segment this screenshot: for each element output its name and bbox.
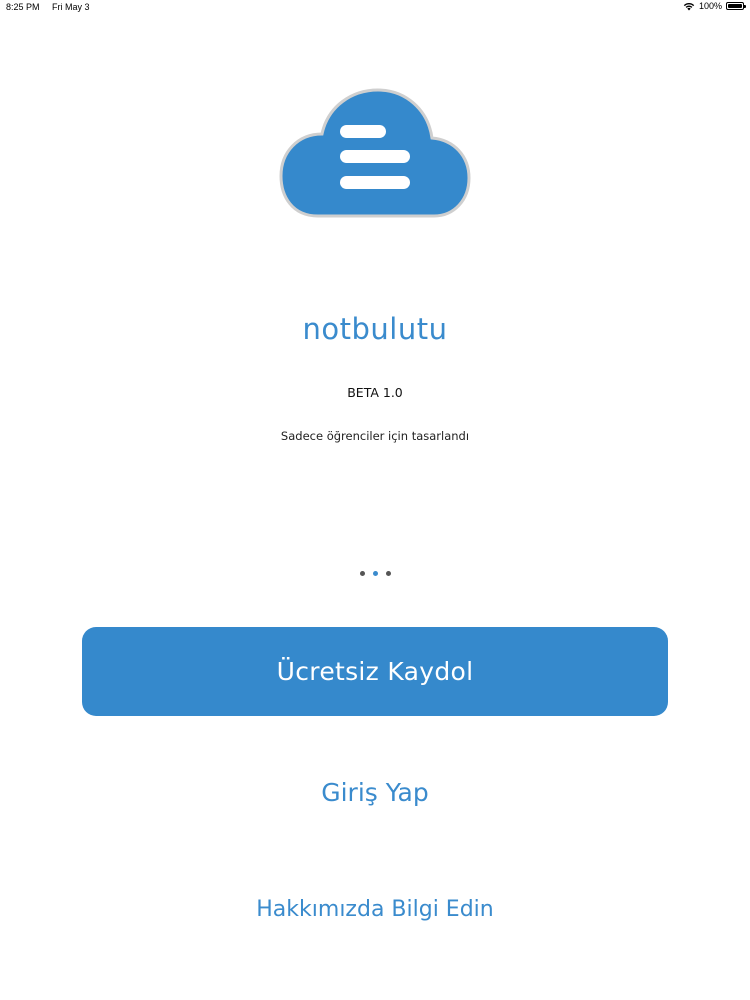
battery-icon [726, 2, 746, 10]
version-label: BETA 1.0 [347, 385, 403, 400]
app-title: notbulutu [302, 312, 448, 346]
tagline: Sadece öğrenciler için tasarlandı [280, 429, 470, 443]
page-dot-1[interactable] [359, 571, 365, 576]
signup-button[interactable]: Ücretsiz Kaydol [82, 627, 668, 716]
status-bar: 8:25 PM Fri May 3 100% [0, 0, 750, 16]
wifi-icon [683, 2, 695, 10]
status-right: 100% [683, 1, 746, 11]
page-dot-3[interactable] [385, 571, 391, 576]
battery-level [728, 4, 742, 8]
page-dot-2-active[interactable] [372, 571, 378, 576]
status-time: 8:25 PM [6, 2, 40, 12]
about-link[interactable]: Hakkımızda Bilgi Edin [0, 897, 750, 922]
status-left: 8:25 PM Fri May 3 [6, 2, 100, 12]
page-indicator[interactable] [0, 571, 750, 576]
note-line-2 [340, 150, 410, 163]
login-link[interactable]: Giriş Yap [0, 778, 750, 807]
status-date: Fri May 3 [52, 2, 90, 12]
note-line-3 [340, 176, 410, 189]
cloud-notes-logo-icon [279, 88, 471, 218]
battery-percent: 100% [698, 1, 722, 11]
welcome-screen: 8:25 PM Fri May 3 100% notbulutu BETA 1.… [0, 0, 750, 1000]
note-line-1 [340, 125, 386, 138]
